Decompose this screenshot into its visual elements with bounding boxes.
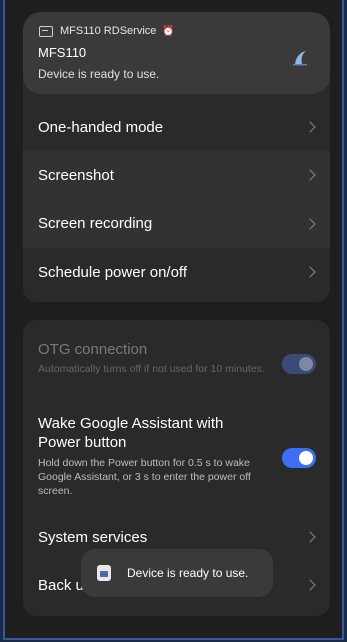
- otg-toggle[interactable]: [282, 354, 316, 374]
- chevron-right-icon: [304, 217, 316, 230]
- notification-app-row: MFS110 RDService ⏰: [39, 25, 175, 37]
- notification-app-name: MFS110 RDService: [60, 25, 157, 37]
- chevron-right-icon: [304, 121, 316, 133]
- otg-connection-description: Automatically turns off if not used for …: [38, 363, 265, 375]
- screen-recording-label: Screen recording: [38, 215, 153, 232]
- notification-message: Device is ready to use.: [38, 67, 160, 81]
- wake-assistant-toggle[interactable]: [282, 448, 316, 468]
- toast-text: Device is ready to use.: [127, 566, 249, 580]
- schedule-power-item[interactable]: Schedule power on/off: [23, 248, 330, 296]
- schedule-power-label: Schedule power on/off: [38, 263, 187, 281]
- alarm-icon: ⏰: [162, 25, 175, 37]
- screen-frame: One-handed mode Screenshot Screen record…: [3, 0, 344, 640]
- wake-assistant-description: Hold down the Power button for 0.5 s to …: [38, 457, 251, 497]
- app-icon: [39, 25, 53, 37]
- chevron-right-icon: [304, 266, 316, 278]
- screenshot-item[interactable]: Screenshot: [23, 151, 330, 199]
- settings-card-top: One-handed mode Screenshot Screen record…: [23, 58, 330, 302]
- screenshot-label: Screenshot: [38, 166, 114, 184]
- back-up-label: Back u: [38, 576, 84, 594]
- otg-connection-label: OTG connection: [38, 341, 148, 358]
- mantra-logo-icon: [293, 51, 307, 66]
- one-handed-mode-item[interactable]: One-handed mode: [23, 103, 330, 151]
- chevron-right-icon: [304, 531, 316, 543]
- app-icon: [97, 565, 111, 581]
- system-services-label: System services: [38, 528, 148, 546]
- wake-assistant-item[interactable]: Wake Google Assistant with Power button …: [23, 410, 330, 520]
- toggle-knob: [299, 357, 313, 371]
- notification-title: MFS110: [38, 45, 87, 60]
- otg-connection-item[interactable]: OTG connection Automatically turns off i…: [23, 320, 330, 394]
- wake-assistant-label: Wake Google Assistant with Power button: [38, 415, 224, 451]
- chevron-right-icon: [304, 169, 316, 181]
- notification-banner[interactable]: MFS110 RDService ⏰ MFS110 Device is read…: [23, 12, 330, 94]
- screen-recording-item[interactable]: Screen recording: [23, 199, 330, 248]
- one-handed-mode-label: One-handed mode: [38, 118, 164, 136]
- toast-message: Device is ready to use.: [81, 549, 273, 597]
- toggle-knob: [299, 451, 313, 465]
- chevron-right-icon: [304, 579, 316, 591]
